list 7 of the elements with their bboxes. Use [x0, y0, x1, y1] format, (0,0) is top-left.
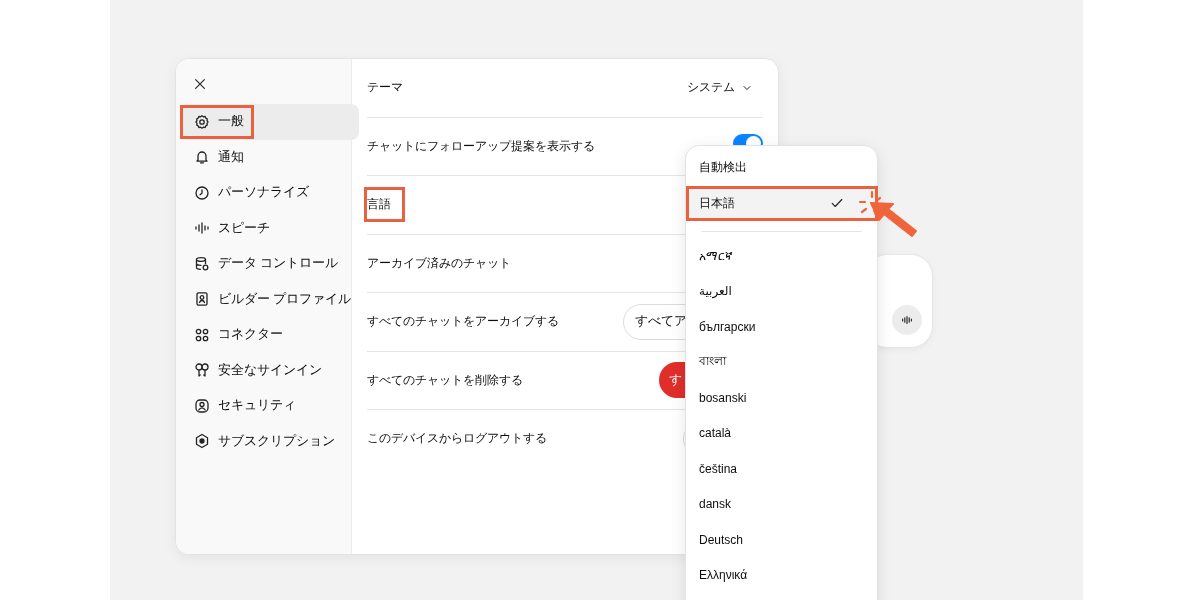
setting-label: このデバイスからログアウトする: [367, 430, 548, 448]
setting-label: チャットにフォローアップ提案を表示する: [367, 137, 596, 155]
setting-label: 言語: [364, 187, 405, 223]
setting-label: すべてのチャットをアーカイブする: [367, 313, 560, 331]
setting-label: テーマ: [367, 79, 404, 97]
setting-label: アーカイブ済みのチャット: [367, 254, 512, 272]
setting-label: すべてのチャットを削除する: [367, 371, 524, 389]
